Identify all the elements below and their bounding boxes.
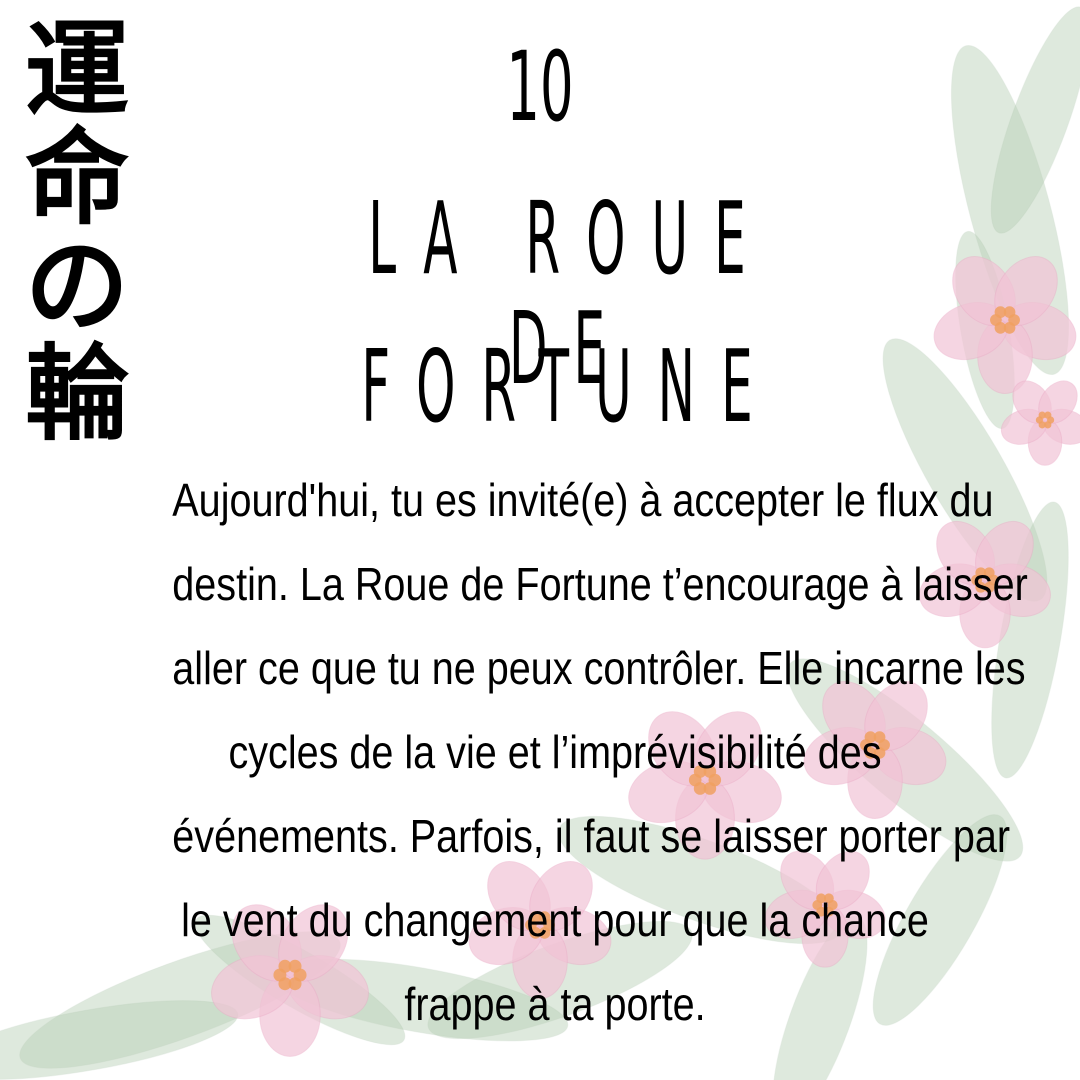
kanji-char: 命 xyxy=(24,117,129,239)
tarot-card: 運 命 の 輪 10 LA ROUE DE FORTUNE Aujourd'hu… xyxy=(0,0,1080,1080)
flower-center-dot xyxy=(1003,306,1016,318)
description-line: frappe à ta porte. xyxy=(404,978,706,1030)
description-line: Aujourd'hui, tu es invité(e) à accepter … xyxy=(172,474,994,526)
description-line: le vent du changement pour que la chance xyxy=(181,894,929,946)
kanji-char: の xyxy=(24,225,129,347)
kanji-char: 運 xyxy=(24,9,129,131)
kanji-char: 輪 xyxy=(24,333,129,455)
card-title-line-2: FORTUNE xyxy=(361,328,779,445)
flower-center-dot xyxy=(1044,411,1052,419)
description-line: événements. Parfois, il faut se laisser … xyxy=(172,810,1011,862)
description-line: cycles de la vie et l’imprévisibilité de… xyxy=(228,726,882,778)
description-line: aller ce que tu ne peux contrôler. Elle … xyxy=(172,642,1026,694)
card-number: 10 xyxy=(506,31,574,143)
card-description: Aujourd'hui, tu es invité(e) à accepter … xyxy=(110,458,1028,1046)
description-line: destin. La Roue de Fortune t’encourage à… xyxy=(172,558,1028,610)
japanese-vertical-title: 運 命 の 輪 xyxy=(22,16,132,448)
